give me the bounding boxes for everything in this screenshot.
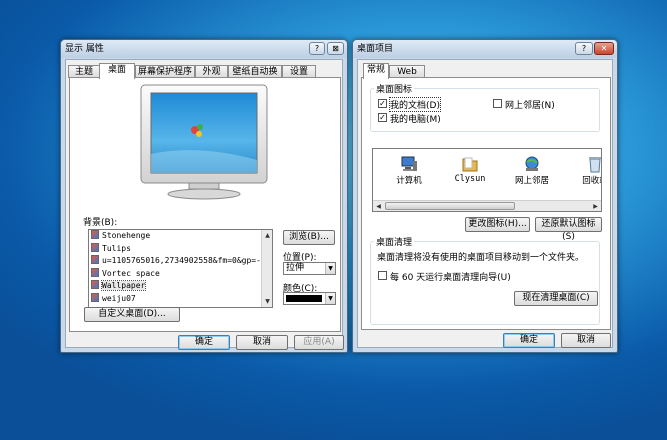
image-file-icon [91,280,99,289]
desktop-cleanup-group-title: 桌面清理 [374,235,415,248]
image-file-icon [91,255,99,264]
list-item[interactable]: weiju07 [89,292,272,306]
icon-list-scrollbar[interactable]: ◀ ▶ [373,200,601,211]
help-button[interactable]: ? [575,42,593,55]
my-computer-label[interactable]: 我的电脑(M) [390,112,441,125]
desktop-icons-group-title: 桌面图标 [374,82,415,95]
scroll-up-icon[interactable]: ▲ [262,230,272,241]
title-bar[interactable]: 显示 属性 ? ⊠ [61,40,347,58]
desktop-icon-list[interactable]: 计算机 Clysun 网上邻居 回收站 ◀ ▶ [372,148,602,212]
monitor-preview [140,84,268,200]
background-label: 背景(B): [83,218,118,228]
cleanup-checkbox-label[interactable]: 每 60 天运行桌面清理向导(U) [390,270,511,283]
my-documents-checkbox[interactable]: ✓ [378,99,387,108]
chevron-down-icon[interactable]: ▼ [325,293,335,304]
browse-button[interactable]: 浏览(B)... [283,230,335,245]
window-body: 常规 Web 桌面图标 ✓ 我的文档(D) 网上邻居(N) ✓ 我的电脑(M) … [357,59,613,348]
list-scrollbar[interactable]: ▲ ▼ [261,230,272,307]
close-button[interactable]: ✕ [594,42,614,55]
display-properties-window: 显示 属性 ? ⊠ 主题 桌面 屏幕保护程序 外观 壁纸自动换 设置 背景(B)… [60,39,348,353]
network-label[interactable]: 网上邻居(N) [505,98,555,111]
scroll-thumb[interactable] [385,202,515,210]
image-file-icon [91,242,99,252]
background-list[interactable]: Stonehenge Tulips u=1105765016,273490255… [88,229,273,308]
desktop-tab-panel: 背景(B): Stonehenge Tulips u=1105765016,27… [69,77,341,332]
list-item[interactable]: u=1105765016,2734902558&fm=0&gp=-6 [89,255,272,268]
image-file-icon [91,292,99,302]
desktop-items-window: 桌面项目 ? ✕ 常规 Web 桌面图标 ✓ 我的文档(D) 网上邻居(N) ✓… [352,39,618,353]
list-item[interactable]: Tulips [89,242,272,256]
list-item[interactable]: Vortec space [89,267,272,281]
cancel-button[interactable]: 取消 [236,335,288,350]
position-value: 拉伸 [286,263,305,273]
chevron-down-icon[interactable]: ▼ [325,263,335,274]
image-file-icon [91,230,99,239]
ok-button[interactable]: 确定 [503,333,555,348]
apply-button[interactable]: 应用(A) [294,335,344,350]
tab-desktop[interactable]: 桌面 [99,63,135,79]
network-icon[interactable] [523,155,541,173]
tab-general[interactable]: 常规 [363,63,389,79]
list-item[interactable]: Stonehenge [89,230,272,243]
icon-caption: 网上邻居 [514,176,549,186]
scroll-down-icon[interactable]: ▼ [262,296,272,307]
clean-now-button[interactable]: 现在清理桌面(C) [514,291,598,306]
restore-default-button[interactable]: 还原默认图标(S) [535,217,602,242]
customize-desktop-button[interactable]: 自定义桌面(D)... [84,307,180,322]
window-title: 显示 属性 [65,44,104,54]
scroll-right-icon[interactable]: ▶ [590,201,601,211]
help-button[interactable]: ? [309,42,325,55]
my-documents-label[interactable]: 我的文档(D) [389,97,441,112]
cancel-button[interactable]: 取消 [561,333,611,348]
ok-button[interactable]: 确定 [178,335,230,350]
list-item-selected[interactable]: Wallpaper [89,280,272,293]
my-computer-checkbox[interactable]: ✓ [378,113,387,122]
window-title: 桌面项目 [357,44,394,54]
position-select[interactable]: 拉伸 ▼ [283,262,336,275]
folder-icon[interactable] [461,155,479,173]
window-body: 主题 桌面 屏幕保护程序 外观 壁纸自动换 设置 背景(B): Stonehen… [65,59,344,350]
icon-caption: 回收站 [582,176,601,186]
title-bar[interactable]: 桌面项目 ? ✕ [353,40,617,58]
color-swatch [286,295,322,302]
network-checkbox[interactable] [493,99,502,108]
close-button[interactable]: ⊠ [327,42,344,55]
computer-icon[interactable] [400,155,418,173]
recycle-bin-icon[interactable] [586,155,602,173]
general-tab-panel: 桌面图标 ✓ 我的文档(D) 网上邻居(N) ✓ 我的电脑(M) 计算机 Cly… [361,77,611,330]
image-file-icon [91,267,99,277]
cleanup-description: 桌面清理将没有使用的桌面项目移动到一个文件夹。 [377,253,585,263]
scroll-left-icon[interactable]: ◀ [373,201,384,211]
change-icon-button[interactable]: 更改图标(H)... [465,217,530,232]
icon-caption: Clysun [454,174,486,184]
cleanup-checkbox[interactable] [378,271,387,280]
color-picker[interactable]: ▼ [283,292,336,305]
icon-caption: 计算机 [396,176,422,186]
